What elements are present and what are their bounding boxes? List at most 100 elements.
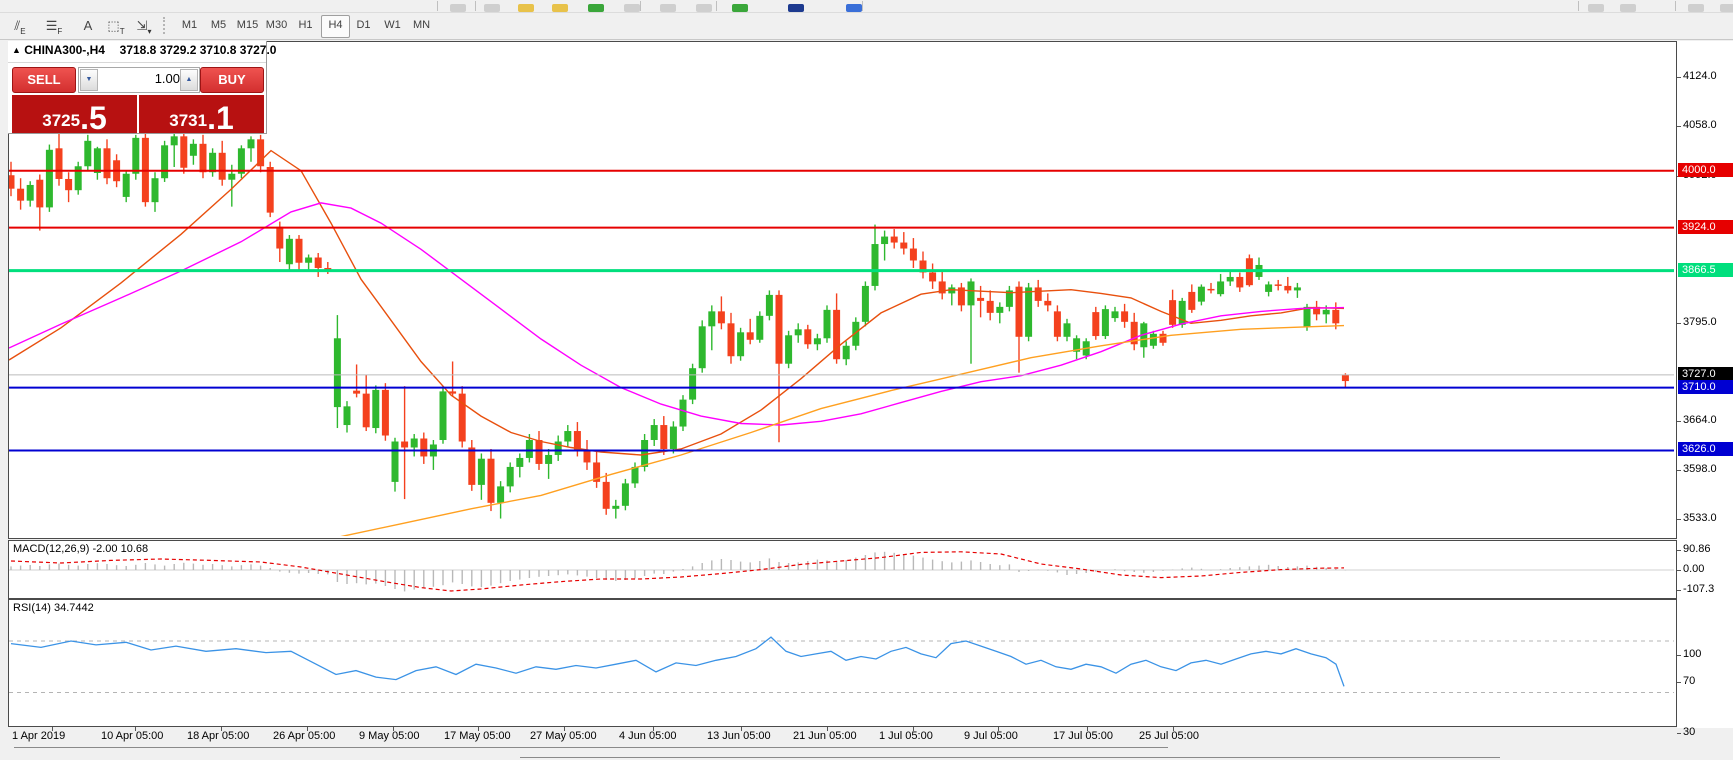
equidistant-channel-icon[interactable]: ⫽E xyxy=(8,15,32,36)
price-tick: 4124.0 xyxy=(1683,70,1717,82)
macd-tick: 90.86 xyxy=(1683,543,1711,555)
rsi-tick: 30 xyxy=(1683,726,1695,738)
price-tag: 3710.0 xyxy=(1678,380,1733,394)
timeframe-mn[interactable]: MN xyxy=(408,15,435,36)
date-label: 18 Apr 05:00 xyxy=(187,730,249,742)
bid-main: 3725 xyxy=(42,111,80,131)
price-tag: 3866.5 xyxy=(1678,263,1733,277)
bid-price-box[interactable]: 3725 .5 xyxy=(12,95,137,133)
toolbar-separator xyxy=(437,1,438,11)
macd-panel[interactable]: MACD(12,26,9) -2.00 10.68 xyxy=(8,540,1677,599)
timeframe-d1[interactable]: D1 xyxy=(350,15,377,36)
date-label: 21 Jun 05:00 xyxy=(793,730,857,742)
timeframe-m5[interactable]: M5 xyxy=(205,15,232,36)
rsi-panel[interactable]: RSI(14) 34.7442 xyxy=(8,599,1677,727)
volume-field[interactable]: 1.00 xyxy=(96,68,180,90)
rsi-tick: 100 xyxy=(1683,648,1701,660)
timeframe-h4[interactable]: H4 xyxy=(321,15,350,38)
text-label-icon[interactable]: ⬚T xyxy=(104,15,128,36)
macd-tick: 0.00 xyxy=(1683,563,1704,575)
price-tag: 3924.0 xyxy=(1678,220,1733,234)
fibonacci-icon[interactable]: ☰F xyxy=(42,15,66,36)
timeframe-m1[interactable]: M1 xyxy=(176,15,203,36)
toolbar-icon-stub[interactable] xyxy=(660,4,676,12)
toolbar-icon-stub[interactable] xyxy=(1688,4,1704,12)
main-toolbar-clipped xyxy=(0,0,1733,13)
rsi-tick: 70 xyxy=(1683,675,1695,687)
price-axis[interactable]: 4124.04058.03992.03795.03664.03598.03533… xyxy=(1677,41,1733,728)
volume-spinner: ▼ 1.00 ▲ xyxy=(78,67,200,93)
chart-toolbar: ⫽E ☰F A⬚T⇲▾ M1M5M15M30H1H4D1W1MN xyxy=(0,13,1733,40)
toolbar-icon-stub[interactable] xyxy=(846,4,862,12)
date-label: 13 Jun 05:00 xyxy=(707,730,771,742)
toolbar-separator xyxy=(1675,1,1676,11)
date-axis[interactable]: 1 Apr 2019 10 Apr 05:00 18 Apr 05:00 26 Apr… xyxy=(8,727,1677,745)
macd-chart xyxy=(9,541,1674,596)
toolbar-icon-stub[interactable] xyxy=(1588,4,1604,12)
toolbar-separator xyxy=(716,1,717,11)
price-tick: 3533.0 xyxy=(1683,512,1717,524)
trading-terminal-window: ⫽E ☰F A⬚T⇲▾ M1M5M15M30H1H4D1W1MN MACD(12,2… xyxy=(0,0,1733,760)
toolbar-icon-stub[interactable] xyxy=(552,4,568,12)
one-click-trading-panel: ▲ CHINA300-,H4 3718.8 3729.2 3710.8 3727… xyxy=(8,41,267,134)
date-label: 17 May 05:00 xyxy=(444,730,511,742)
toolbar-icon-stub[interactable] xyxy=(484,4,500,12)
rsi-label: RSI(14) 34.7442 xyxy=(13,602,94,614)
price-tick: 3795.0 xyxy=(1683,316,1717,328)
date-label: 10 Apr 05:00 xyxy=(101,730,163,742)
collapse-icon[interactable]: ▲ xyxy=(12,45,21,55)
price-tick: 4058.0 xyxy=(1683,119,1717,131)
toolbar-icon-stub[interactable] xyxy=(588,4,604,12)
timeframe-m30[interactable]: M30 xyxy=(263,15,290,36)
rsi-line xyxy=(11,637,1344,686)
toolbar-icon-stub[interactable] xyxy=(1620,4,1636,12)
toolbar-grip[interactable] xyxy=(163,17,170,34)
rsi-chart xyxy=(9,600,1674,724)
date-label: 17 Jul 05:00 xyxy=(1053,730,1113,742)
bottom-edge xyxy=(0,745,1733,760)
chart-title[interactable]: ▲ CHINA300-,H4 3718.8 3729.2 3710.8 3727… xyxy=(8,41,266,63)
toolbar-icon-stub[interactable] xyxy=(624,4,640,12)
ask-frac: .1 xyxy=(207,105,234,131)
date-label: 9 Jul 05:00 xyxy=(964,730,1018,742)
symbol-period-label: CHINA300-,H4 xyxy=(24,43,105,57)
ma-slow xyxy=(9,203,1344,425)
price-tick: 3598.0 xyxy=(1683,463,1717,475)
toolbar-separator xyxy=(640,1,641,11)
timeframe-m15[interactable]: M15 xyxy=(234,15,261,36)
ask-price-box[interactable]: 3731 .1 xyxy=(139,95,264,133)
bid-frac: .5 xyxy=(80,105,107,131)
arrow-style-icon[interactable]: ⇲▾ xyxy=(132,15,156,36)
toolbar-icon-stub[interactable] xyxy=(450,4,466,12)
toolbar-separator xyxy=(862,1,863,11)
date-label: 25 Jul 05:00 xyxy=(1139,730,1199,742)
ask-main: 3731 xyxy=(169,111,207,131)
bottom-divider xyxy=(14,747,1168,748)
toolbar-icon-stub[interactable] xyxy=(518,4,534,12)
date-label: 1 Jul 05:00 xyxy=(879,730,933,742)
toolbar-icon-stub[interactable] xyxy=(696,4,712,12)
volume-increase-icon[interactable]: ▲ xyxy=(180,69,198,91)
toolbar-separator xyxy=(475,1,476,11)
toolbar-icon-stub[interactable] xyxy=(732,4,748,12)
date-label: 27 May 05:00 xyxy=(530,730,597,742)
date-label: 1 Apr 2019 xyxy=(12,730,65,742)
price-tag: 3727.0 xyxy=(1678,367,1733,381)
price-tag: 3626.0 xyxy=(1678,442,1733,456)
bottom-divider xyxy=(520,757,1500,758)
text-icon[interactable]: A xyxy=(76,15,100,36)
toolbar-icon-stub[interactable] xyxy=(1720,4,1733,12)
price-tick: 3664.0 xyxy=(1683,414,1717,426)
timeframe-w1[interactable]: W1 xyxy=(379,15,406,36)
order-buttons-row: SELL ▼ 1.00 ▲ BUY xyxy=(8,63,266,95)
toolbar-separator xyxy=(1578,1,1579,11)
macd-tick: -107.3 xyxy=(1683,583,1714,595)
toolbar-icon-stub[interactable] xyxy=(788,4,804,12)
date-label: 4 Jun 05:00 xyxy=(619,730,677,742)
timeframe-h1[interactable]: H1 xyxy=(292,15,319,36)
price-tag: 4000.0 xyxy=(1678,163,1733,177)
sell-button[interactable]: SELL xyxy=(12,67,76,93)
ohlc-values: 3718.8 3729.2 3710.8 3727.0 xyxy=(120,43,277,57)
buy-button[interactable]: BUY xyxy=(200,67,264,93)
date-label: 26 Apr 05:00 xyxy=(273,730,335,742)
